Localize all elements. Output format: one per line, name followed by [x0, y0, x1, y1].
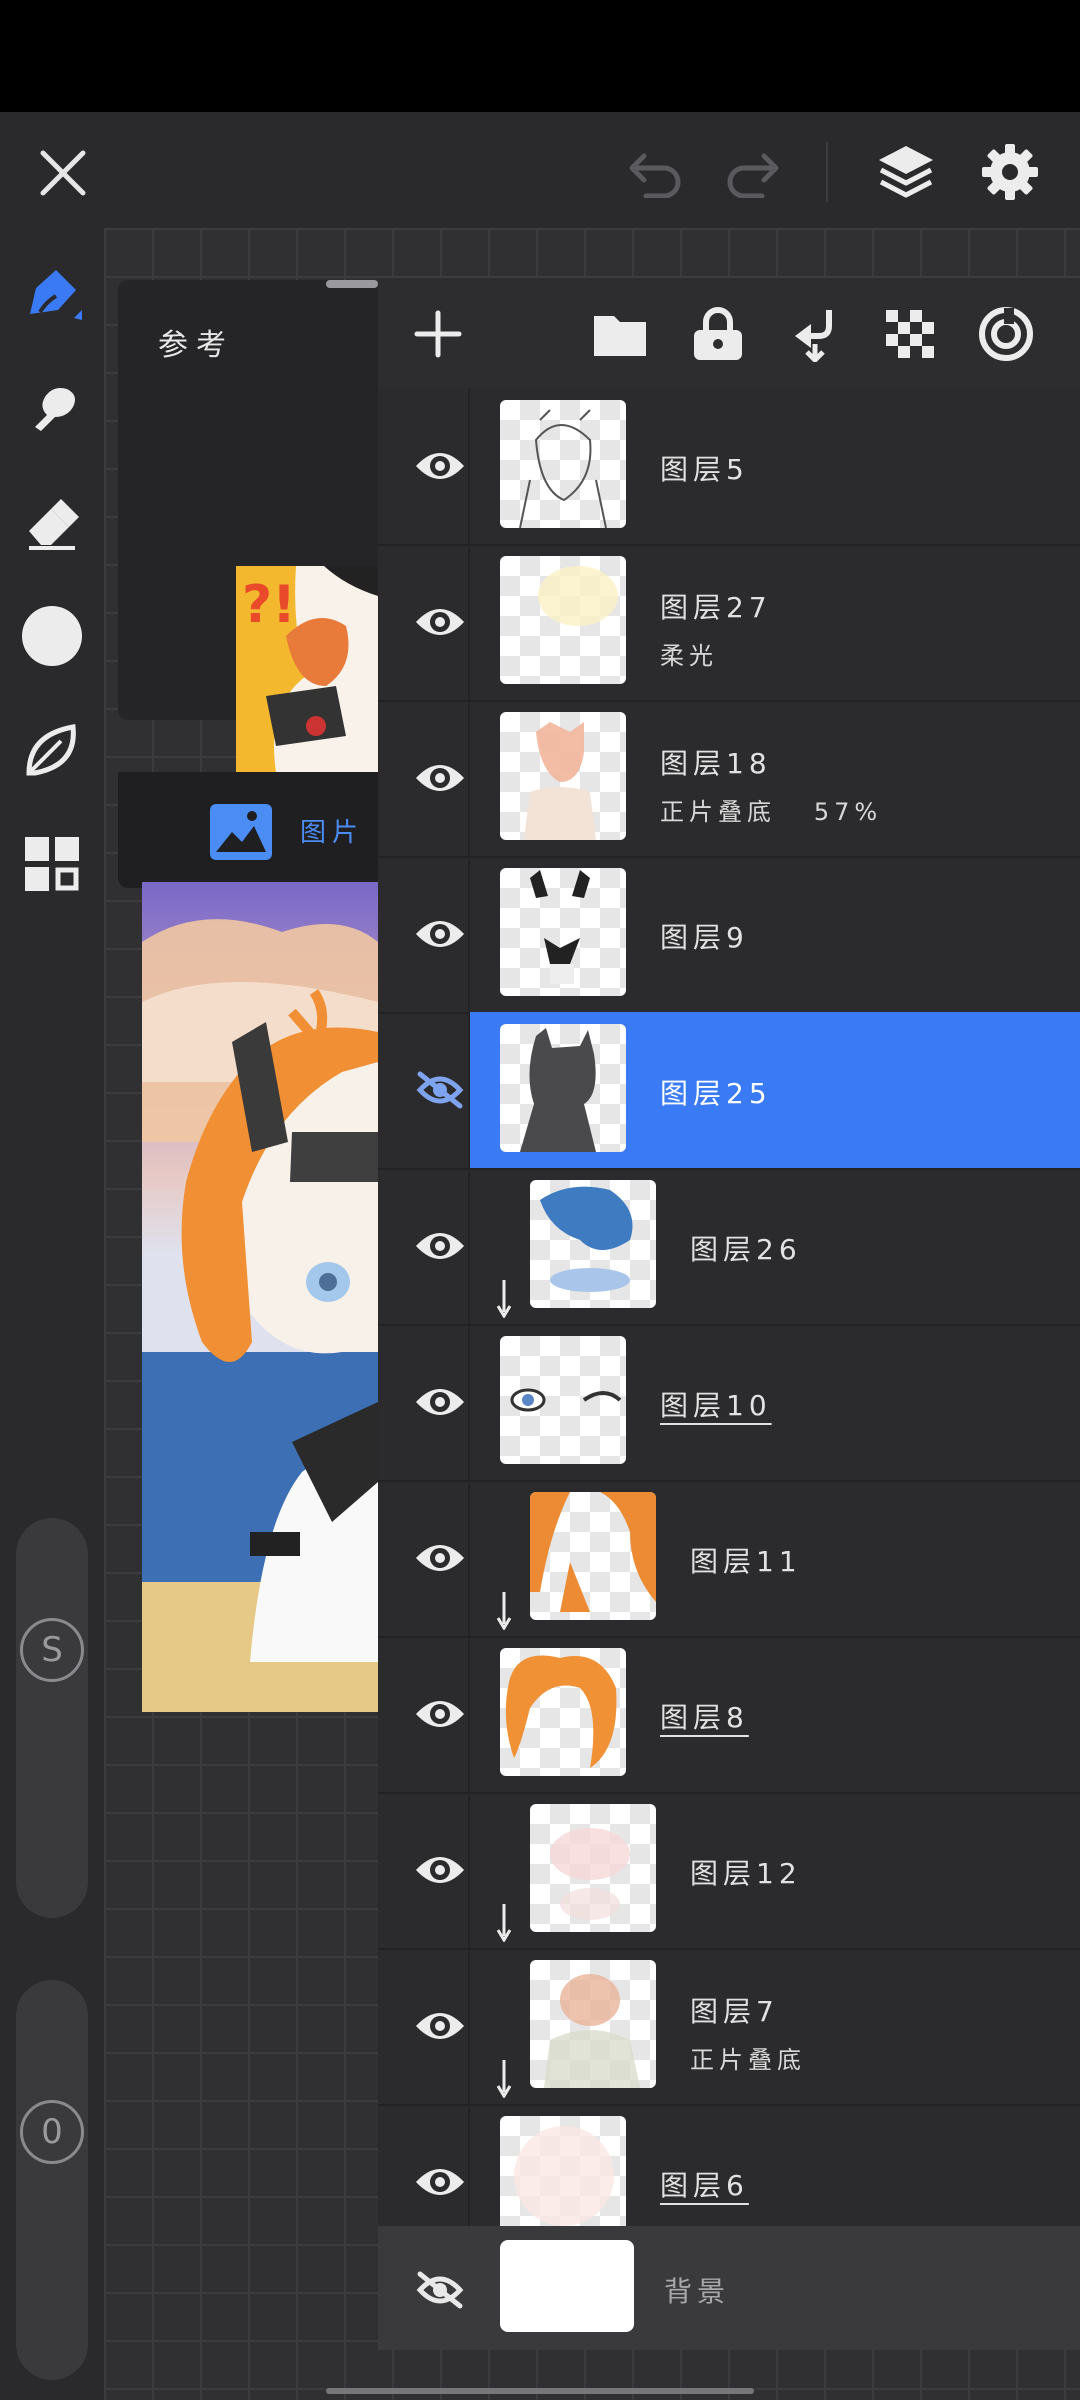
- target-icon[interactable]: [974, 302, 1038, 366]
- layer-name: 图层25: [660, 1077, 772, 1110]
- opacity-badge: 0: [20, 2100, 84, 2164]
- layer-name: 图层10: [660, 1389, 772, 1422]
- image-label: 图片: [300, 818, 365, 848]
- eye-icon[interactable]: [398, 1996, 482, 2056]
- eye-icon[interactable]: [398, 436, 482, 496]
- layer-thumbnail: [500, 1336, 626, 1464]
- reference-image-row[interactable]: 图片: [118, 772, 378, 888]
- close-icon[interactable]: [30, 140, 96, 206]
- background-layer-row[interactable]: 背景: [378, 2226, 1080, 2350]
- layer-thumbnail: [500, 400, 626, 528]
- left-toolbar: S 0: [0, 228, 104, 2400]
- layer-name: 图层11: [690, 1545, 802, 1578]
- eye-icon[interactable]: [398, 1684, 482, 1744]
- layer-row[interactable]: 图层5: [378, 388, 1080, 546]
- layer-name: 图层7: [690, 1995, 779, 2028]
- layer-row[interactable]: 图层10: [378, 1324, 1080, 1482]
- reference-image-thumbnail[interactable]: ?!: [236, 566, 378, 772]
- eye-hidden-icon[interactable]: [398, 1060, 482, 1120]
- gear-icon[interactable]: [974, 136, 1046, 208]
- layer-row[interactable]: 图层12: [378, 1792, 1080, 1950]
- artwork-preview: [142, 882, 378, 1712]
- home-indicator: [326, 2388, 754, 2394]
- layer-name: 图层18: [660, 747, 772, 780]
- smudge-icon[interactable]: [14, 370, 90, 446]
- layer-name: 图层26: [690, 1233, 802, 1266]
- eye-icon[interactable]: [398, 904, 482, 964]
- layer-row[interactable]: 图层25: [378, 1012, 1080, 1170]
- eye-icon[interactable]: [398, 592, 482, 652]
- svg-text:?!: ?!: [242, 575, 296, 635]
- eye-hidden-icon[interactable]: [398, 2260, 482, 2320]
- eye-icon[interactable]: [398, 748, 482, 808]
- layer-thumbnail: [530, 1492, 656, 1620]
- layer-row[interactable]: 图层11: [378, 1480, 1080, 1638]
- background-thumbnail: [500, 2240, 634, 2332]
- clipping-arrow-icon: [496, 2058, 516, 2099]
- toolbar-divider: [826, 142, 828, 202]
- layer-thumbnail: [500, 1648, 626, 1776]
- eye-icon[interactable]: [398, 2152, 482, 2212]
- brush-opacity-slider[interactable]: 0: [16, 1980, 88, 2380]
- layer-thumbnail: [530, 1804, 656, 1932]
- layer-row[interactable]: 图层9: [378, 856, 1080, 1014]
- panel-handle[interactable]: [326, 280, 378, 288]
- layer-name: 图层9: [660, 921, 749, 954]
- reference-panel: 参考 ?! 图片: [118, 280, 378, 888]
- grid-icon[interactable]: [14, 826, 90, 902]
- layer-name: 图层12: [690, 1857, 802, 1890]
- layers-icon[interactable]: [870, 136, 942, 208]
- layer-thumbnail: [500, 2116, 626, 2244]
- status-bar: [0, 0, 1080, 112]
- brush-icon[interactable]: [14, 256, 90, 332]
- size-badge: S: [20, 1618, 84, 1682]
- layer-name: 图层6: [660, 2169, 749, 2202]
- merge-down-icon[interactable]: [782, 302, 846, 366]
- eye-icon[interactable]: [398, 1372, 482, 1432]
- layer-thumbnail: [530, 1960, 656, 2088]
- layers-panel: 图层5 图层27 柔光图层18 正片叠底 57% 图层9 图层25 图层26 图层10 图层11…: [378, 278, 1080, 2350]
- eye-icon[interactable]: [398, 1528, 482, 1588]
- layer-thumbnail: [500, 868, 626, 996]
- lock-icon[interactable]: [686, 302, 750, 366]
- clipping-arrow-icon: [496, 1902, 516, 1943]
- leaf-icon[interactable]: [14, 712, 90, 788]
- layer-thumbnail: [500, 556, 626, 684]
- eye-icon[interactable]: [398, 1840, 482, 1900]
- layer-row[interactable]: 图层18 正片叠底 57%: [378, 700, 1080, 858]
- top-toolbar: [0, 112, 1080, 228]
- brush-size-slider[interactable]: S: [16, 1518, 88, 1918]
- layer-row[interactable]: 图层27 柔光: [378, 544, 1080, 702]
- folder-icon[interactable]: [588, 302, 652, 366]
- layer-name: 图层5: [660, 453, 749, 486]
- background-layer-name: 背景: [664, 2275, 731, 2308]
- clipping-arrow-icon: [496, 1590, 516, 1631]
- layer-name: 图层27: [660, 591, 772, 624]
- layer-row[interactable]: 图层8: [378, 1636, 1080, 1794]
- layer-blend-mode: 柔光: [660, 642, 718, 670]
- layer-thumbnail: [500, 1024, 626, 1152]
- transparency-icon[interactable]: [878, 302, 942, 366]
- layer-blend-mode: 正片叠底: [690, 2046, 806, 2074]
- clipping-arrow-icon: [496, 1278, 516, 1319]
- layer-name: 图层8: [660, 1701, 749, 1734]
- redo-icon[interactable]: [720, 140, 786, 206]
- layers-toolbar: [378, 278, 1080, 388]
- color-circle-icon[interactable]: [14, 598, 90, 674]
- reference-title: 参考: [158, 328, 234, 363]
- layer-row[interactable]: 图层7 正片叠底: [378, 1948, 1080, 2106]
- add-icon[interactable]: [406, 302, 470, 366]
- layer-thumbnail: [530, 1180, 656, 1308]
- eye-icon[interactable]: [398, 1216, 482, 1276]
- layer-blend-mode: 正片叠底 57%: [660, 798, 883, 826]
- drawing-app: S 0 参考 ?! 图片 图层5 图层27 柔光 图层18 正片叠底 57% 图…: [0, 112, 1080, 2400]
- undo-icon[interactable]: [622, 140, 688, 206]
- eraser-icon[interactable]: [14, 484, 90, 560]
- layer-thumbnail: [500, 712, 626, 840]
- layer-row[interactable]: 图层26: [378, 1168, 1080, 1326]
- image-icon: [208, 802, 274, 862]
